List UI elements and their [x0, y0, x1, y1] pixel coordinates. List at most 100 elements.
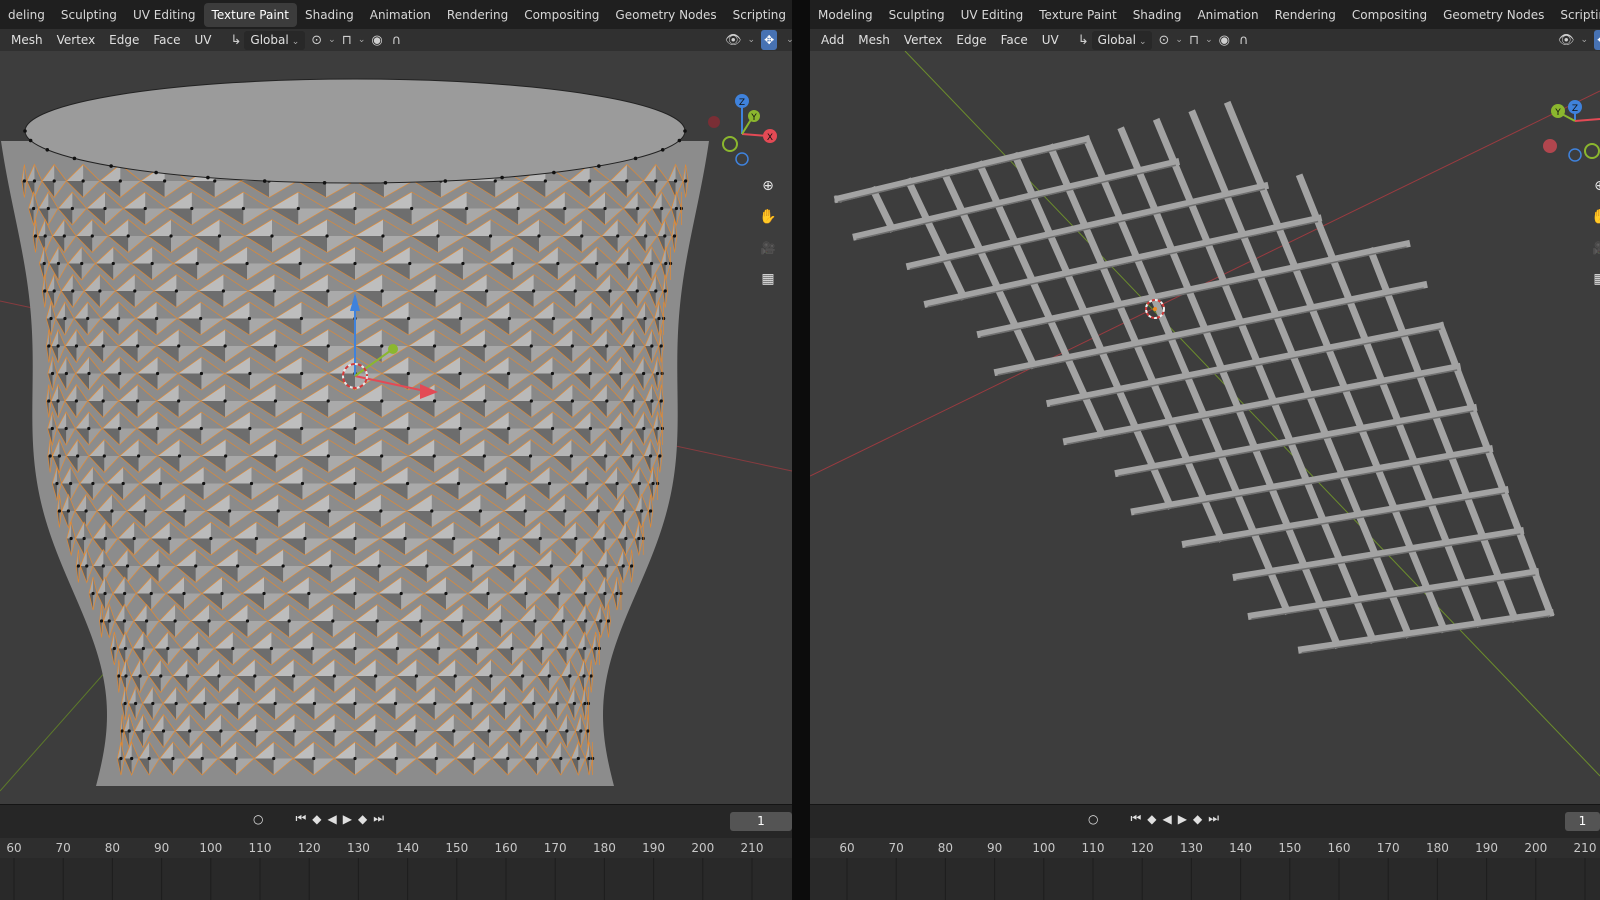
tab-geometry-nodes[interactable]: Geometry Nodes — [607, 3, 724, 27]
menu-edge[interactable]: Edge — [949, 33, 993, 47]
workspace-tabs: Modeling Sculpting UV Editing Texture Paint… — [810, 0, 1600, 29]
tab-animation[interactable]: Animation — [1189, 3, 1266, 27]
tab-rendering[interactable]: Rendering — [439, 3, 516, 27]
menu-mesh[interactable]: Mesh — [4, 33, 50, 47]
viewport-header: Mesh Vertex Edge Face UV ↳ Global ⌄ ⊙ ⌄ ⊓ ⌄ ◉ ∩… — [0, 29, 792, 51]
lattice-mesh[interactable] — [810, 51, 1600, 804]
tab-texture-paint[interactable]: Texture Paint — [1031, 3, 1124, 27]
frame-tick-label: 70 — [55, 841, 71, 855]
tab-animation[interactable]: Animation — [362, 3, 439, 27]
timeline-header: ○ ⏮ ◆ ◀ ▶ ◆ ⏭ 1 — [0, 804, 792, 838]
3d-viewport[interactable]: Z X Y ⊕ ✋ 🎥 ▦ — [0, 51, 792, 804]
frame-ruler[interactable]: 60 70 80 90 100 110 120 130 140 150 160 170 180 190 20… — [810, 838, 1600, 858]
camera-icon[interactable]: 🎥 — [756, 236, 780, 260]
playback-controls: ○ ⏮ ◆ ◀ ▶ ◆ ⏭ — [250, 811, 387, 826]
visibility-icon[interactable]: 👁 ⌄ — [725, 30, 755, 50]
3d-viewport[interactable]: Z Y ⊕ ✋ 🎥 ▦ — [810, 51, 1600, 804]
tab-deling[interactable]: deling — [0, 3, 53, 27]
autokey-icon[interactable]: ○ — [253, 812, 263, 826]
frame-tick-label: 60 — [6, 841, 22, 855]
tab-shading[interactable]: Shading — [1125, 3, 1190, 27]
falloff-icon[interactable]: ∩ — [1239, 30, 1252, 50]
ortho-icon[interactable]: ▦ — [756, 267, 780, 291]
right-editor: Modeling Sculpting UV Editing Texture Paint… — [810, 0, 1600, 900]
editor-divider[interactable] — [792, 0, 810, 900]
tab-modeling[interactable]: Modeling — [810, 3, 881, 27]
play-icon[interactable]: ▶ — [343, 812, 352, 826]
play-reverse-icon[interactable]: ◀ — [328, 812, 337, 826]
jump-start-icon[interactable]: ⏮ — [295, 811, 306, 826]
frame-tick-label: 160 — [494, 841, 518, 855]
pivot-icon[interactable]: ⊙ ⌄ — [311, 30, 335, 50]
frame-tick-label: 170 — [1376, 841, 1400, 855]
orientation-dropdown[interactable]: ↳ Global ⌄ — [231, 30, 306, 50]
current-frame-field[interactable]: 1 — [730, 812, 792, 831]
menu-mesh[interactable]: Mesh — [851, 33, 897, 47]
frame-tick-label: 190 — [642, 841, 666, 855]
gizmo-toggle-icon[interactable]: ✥ — [1594, 30, 1600, 50]
falloff-icon[interactable]: ∩ — [392, 30, 405, 50]
orientation-icon: ↳ — [1077, 32, 1089, 48]
menu-uv[interactable]: UV — [188, 33, 219, 47]
frame-tick-label: 80 — [104, 841, 121, 855]
tab-compositing[interactable]: Compositing — [1344, 3, 1435, 27]
timeline-header: ○ ⏮ ◆ ◀ ▶ ◆ ⏭ 1 — [810, 804, 1600, 838]
tab-geometry-nodes[interactable]: Geometry Nodes — [1435, 3, 1552, 27]
menu-add[interactable]: Add — [814, 33, 851, 47]
tab-sculpting[interactable]: Sculpting — [881, 3, 953, 27]
current-frame-field[interactable]: 1 — [1565, 812, 1600, 831]
tab-shading[interactable]: Shading — [297, 3, 362, 27]
frame-tick-label: 70 — [888, 841, 904, 855]
workspace-tabs: deling Sculpting UV Editing Texture Paint Sh… — [0, 0, 792, 29]
orientation-label: Global — [1097, 32, 1136, 47]
tab-uv-editing[interactable]: UV Editing — [125, 3, 204, 27]
pivot-icon[interactable]: ⊙ ⌄ — [1158, 30, 1182, 50]
jump-start-icon[interactable]: ⏮ — [1130, 811, 1141, 826]
menu-face[interactable]: Face — [994, 33, 1035, 47]
snap-icon[interactable]: ⊓ ⌄ — [1189, 30, 1213, 50]
menu-uv[interactable]: UV — [1035, 33, 1066, 47]
next-key-icon[interactable]: ◆ — [1193, 812, 1202, 826]
prev-key-icon[interactable]: ◆ — [1147, 812, 1156, 826]
jump-end-icon[interactable]: ⏭ — [1208, 811, 1219, 826]
tab-compositing[interactable]: Compositing — [516, 3, 607, 27]
next-key-icon[interactable]: ◆ — [358, 812, 367, 826]
vase-mesh[interactable] — [0, 51, 792, 804]
frame-tick-label: 190 — [1475, 841, 1499, 855]
orientation-dropdown[interactable]: ↳ Global ⌄ — [1078, 30, 1153, 50]
frame-tick-label: 180 — [1425, 841, 1449, 855]
frame-tick-label: 140 — [1229, 841, 1253, 855]
frame-tick-label: 160 — [1327, 841, 1351, 855]
tab-rendering[interactable]: Rendering — [1267, 3, 1344, 27]
play-icon[interactable]: ▶ — [1178, 812, 1187, 826]
snap-icon[interactable]: ⊓ ⌄ — [342, 30, 366, 50]
proportional-icon[interactable]: ◉ — [1219, 30, 1233, 50]
tab-texture-paint[interactable]: Texture Paint — [203, 2, 297, 27]
frame-tick-label: 110 — [248, 841, 272, 855]
jump-end-icon[interactable]: ⏭ — [373, 811, 384, 826]
menu-face[interactable]: Face — [146, 33, 187, 47]
timeline-track[interactable] — [0, 858, 792, 900]
autokey-icon[interactable]: ○ — [1088, 812, 1098, 826]
proportional-icon[interactable]: ◉ — [371, 30, 385, 50]
orientation-icon: ↳ — [230, 32, 242, 48]
gizmo-caret-icon[interactable]: ⌄ — [783, 30, 792, 50]
frame-ruler[interactable]: 60 70 80 90 100 110 120 130 140 150 160 170 180 190 20… — [0, 838, 792, 858]
gizmo-toggle-icon[interactable]: ✥ — [761, 30, 778, 50]
tab-scripting[interactable]: Scripting — [725, 3, 792, 27]
visibility-icon[interactable]: 👁 ⌄ — [1558, 30, 1588, 50]
frame-tick-label: 150 — [445, 841, 469, 855]
hand-icon[interactable]: ✋ — [756, 205, 780, 229]
play-reverse-icon[interactable]: ◀ — [1163, 812, 1172, 826]
zoom-icon[interactable]: ⊕ — [756, 174, 780, 198]
frame-tick-label: 130 — [1179, 841, 1203, 855]
frame-tick-label: 120 — [1130, 841, 1154, 855]
menu-edge[interactable]: Edge — [102, 33, 146, 47]
tab-scripting[interactable]: Scripting — [1552, 3, 1600, 27]
prev-key-icon[interactable]: ◆ — [312, 812, 321, 826]
timeline-track[interactable] — [810, 858, 1600, 900]
tab-uv-editing[interactable]: UV Editing — [953, 3, 1032, 27]
tab-sculpting[interactable]: Sculpting — [53, 3, 125, 27]
menu-vertex[interactable]: Vertex — [897, 33, 950, 47]
menu-vertex[interactable]: Vertex — [50, 33, 103, 47]
